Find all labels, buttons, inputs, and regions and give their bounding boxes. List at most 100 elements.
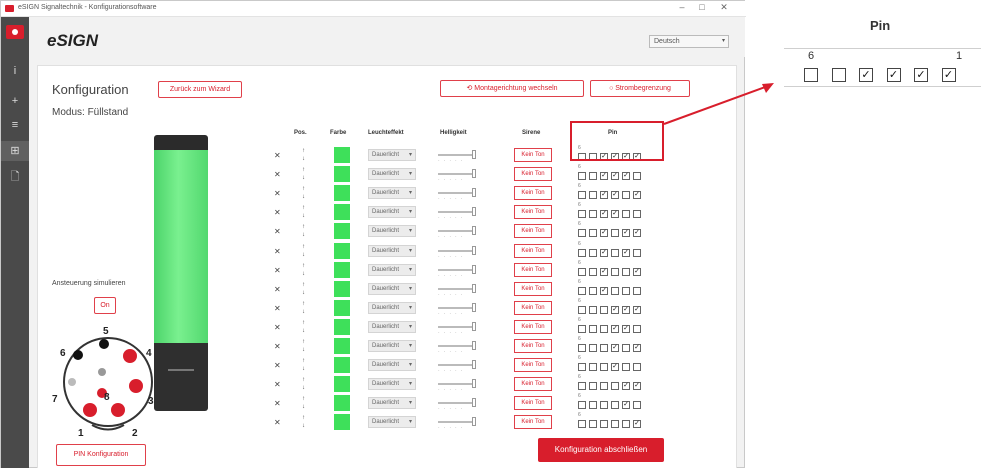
pin-checkbox[interactable] [622, 286, 630, 295]
pin-checkbox[interactable] [589, 420, 597, 429]
pin-checkbox[interactable] [578, 210, 586, 219]
slider-knob[interactable] [472, 360, 476, 370]
add-icon[interactable]: + [1, 91, 29, 111]
effect-select[interactable]: Dauerlicht ▾ [368, 244, 416, 257]
color-swatch[interactable] [334, 395, 350, 412]
finish-config-button[interactable]: Konfiguration abschließen [538, 438, 664, 462]
pin-checkbox[interactable] [622, 210, 630, 219]
tone-button[interactable]: Kein Ton [514, 339, 552, 353]
effect-select[interactable]: Dauerlicht ▾ [368, 187, 416, 200]
pin-checkbox[interactable] [578, 172, 586, 181]
tone-button[interactable]: Kein Ton [514, 377, 552, 392]
pin-checkbox[interactable]: ✓ [611, 344, 619, 352]
pin-checkbox[interactable] [578, 229, 586, 238]
pin-checkbox[interactable]: ✓ [633, 191, 641, 200]
pin-checkbox[interactable] [589, 286, 597, 295]
pin-checkbox[interactable] [622, 191, 630, 200]
slider-knob[interactable] [472, 207, 476, 217]
mount-direction-button[interactable]: ⟲ Montagerichtung wechseln [440, 80, 584, 97]
pin-checkbox[interactable] [589, 324, 597, 333]
pin-checkbox[interactable]: ✓ [622, 172, 630, 181]
reorder-arrows-icon[interactable]: ↑ ↓ [302, 376, 308, 392]
brightness-slider[interactable] [438, 169, 476, 179]
reorder-arrows-icon[interactable]: ↑ ↓ [302, 338, 308, 354]
pin-checkbox[interactable] [600, 363, 608, 372]
document-icon[interactable]: 🗋 [1, 167, 29, 187]
brightness-slider[interactable] [438, 379, 476, 389]
brightness-slider[interactable] [438, 283, 476, 293]
color-swatch[interactable] [334, 166, 350, 183]
pin-checkbox[interactable] [589, 382, 597, 391]
pin-checkbox[interactable]: ✓ [622, 248, 630, 257]
delete-row-icon[interactable]: ✕ [274, 189, 284, 198]
pin-checkbox[interactable]: ✓ [633, 305, 641, 314]
pin-checkbox[interactable] [578, 191, 586, 200]
pin-checkbox[interactable]: ✓ [611, 191, 619, 200]
delete-row-icon[interactable]: ✕ [274, 323, 284, 332]
pin-checkbox[interactable]: ✓ [633, 382, 641, 391]
tone-button[interactable]: Kein Ton [514, 243, 552, 258]
brightness-slider[interactable] [438, 302, 476, 312]
pin-checkbox[interactable]: ✓ [611, 210, 619, 219]
delete-row-icon[interactable]: ✕ [274, 266, 284, 275]
slider-knob[interactable] [472, 226, 476, 236]
pin-checkbox[interactable] [589, 229, 597, 238]
pin-checkbox[interactable] [622, 344, 630, 352]
pin-checkbox[interactable] [589, 363, 597, 372]
brightness-slider[interactable] [438, 264, 476, 274]
pin-checkbox[interactable]: ✓ [633, 267, 641, 276]
pin-checkbox[interactable]: ✓ [600, 172, 608, 181]
effect-select[interactable]: Dauerlicht ▾ [368, 359, 416, 372]
pin-checkbox[interactable]: ✓ [622, 229, 630, 238]
effect-select[interactable]: Dauerlicht ▾ [368, 225, 416, 238]
color-swatch[interactable] [334, 185, 350, 202]
reorder-arrows-icon[interactable]: ↑ ↓ [302, 319, 308, 335]
effect-select[interactable]: Dauerlicht ▾ [368, 263, 416, 276]
brightness-slider[interactable] [438, 188, 476, 198]
pin-checkbox[interactable] [578, 324, 586, 333]
effect-select[interactable]: Dauerlicht ▾ [368, 206, 416, 219]
pin-checkbox[interactable] [600, 401, 608, 410]
effect-select[interactable]: Dauerlicht ▾ [368, 149, 416, 161]
pin-checkbox[interactable] [578, 363, 586, 372]
delete-row-icon[interactable]: ✕ [274, 418, 284, 427]
pin-checkbox[interactable] [600, 420, 608, 429]
language-select[interactable]: Deutsch ▾ [649, 35, 729, 48]
pin-checkbox[interactable]: ✓ [622, 305, 630, 314]
pin-config-button[interactable]: PIN Konfiguration [56, 444, 146, 466]
pin-checkbox[interactable] [622, 420, 630, 429]
effect-select[interactable]: Dauerlicht ▾ [368, 416, 416, 429]
color-swatch[interactable] [334, 414, 350, 431]
pin-checkbox[interactable]: ✓ [633, 229, 641, 238]
pin-checkbox[interactable]: ✓ [611, 172, 619, 181]
pin-checkbox[interactable] [633, 210, 641, 219]
slider-knob[interactable] [472, 245, 476, 255]
pin-checkbox[interactable] [589, 267, 597, 276]
pin-checkbox[interactable] [600, 324, 608, 333]
effect-select[interactable]: Dauerlicht ▾ [368, 397, 416, 410]
reorder-arrows-icon[interactable]: ↑ ↓ [302, 166, 308, 182]
color-swatch[interactable] [334, 280, 350, 297]
brightness-slider[interactable] [438, 360, 476, 370]
pin-checkbox[interactable] [622, 267, 630, 276]
slider-knob[interactable] [472, 321, 476, 331]
color-swatch[interactable] [334, 299, 350, 316]
pin-checkbox[interactable] [589, 172, 597, 181]
pin-checkbox[interactable]: ✓ [611, 305, 619, 314]
delete-row-icon[interactable]: ✕ [274, 361, 284, 370]
pin-checkbox[interactable] [589, 248, 597, 257]
pin-checkbox[interactable] [589, 191, 597, 200]
tone-button[interactable]: Kein Ton [514, 396, 552, 411]
slider-knob[interactable] [472, 302, 476, 312]
pin-checkbox[interactable] [578, 248, 586, 257]
delete-row-icon[interactable]: ✕ [274, 151, 284, 160]
color-swatch[interactable] [334, 338, 350, 354]
color-swatch[interactable] [334, 376, 350, 393]
zoom-pin-checkbox[interactable]: ✓ [914, 68, 928, 82]
delete-row-icon[interactable]: ✕ [274, 399, 284, 408]
pin-checkbox[interactable] [589, 401, 597, 410]
delete-row-icon[interactable]: ✕ [274, 208, 284, 217]
pin-checkbox[interactable]: ✓ [600, 210, 608, 219]
reorder-arrows-icon[interactable]: ↑ ↓ [302, 223, 308, 239]
tone-button[interactable]: Kein Ton [514, 148, 552, 162]
